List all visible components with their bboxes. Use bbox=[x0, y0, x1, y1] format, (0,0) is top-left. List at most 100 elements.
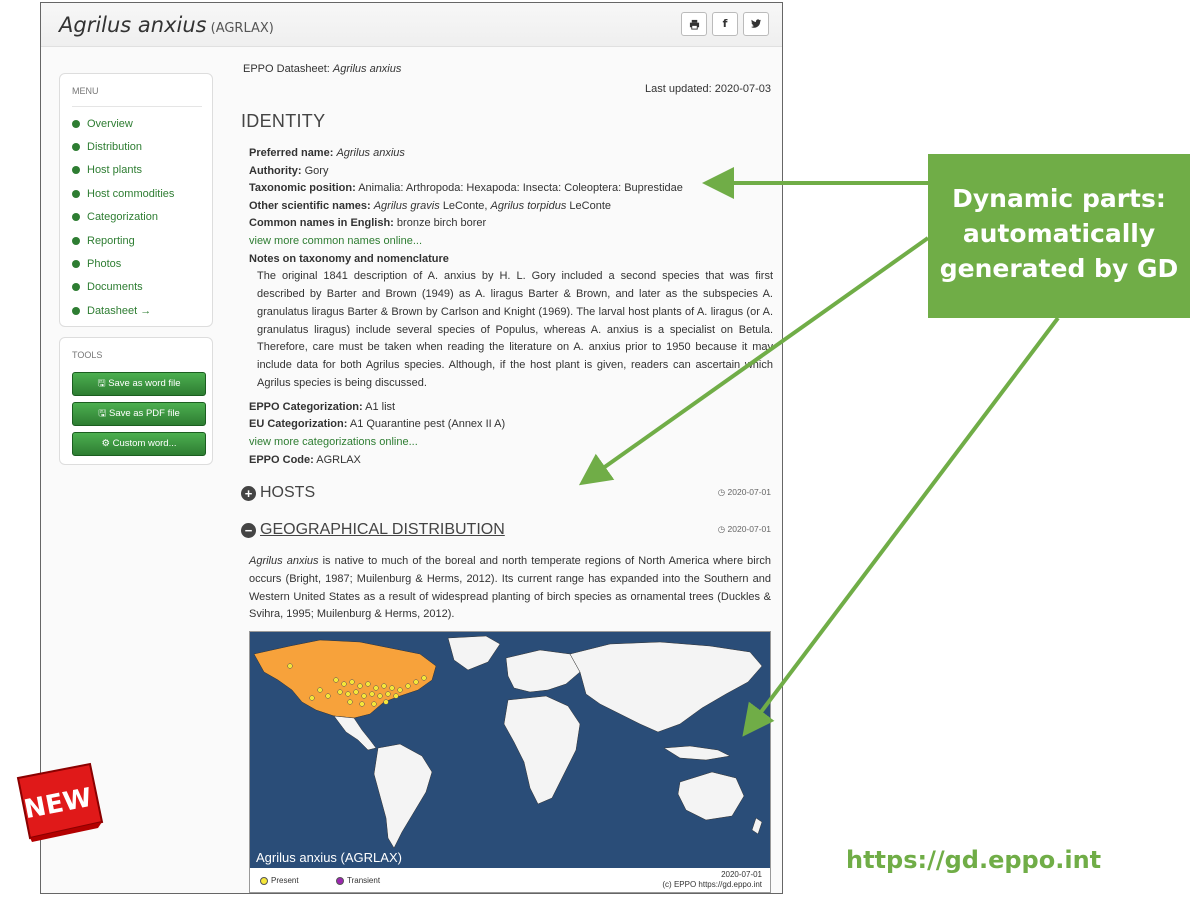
menu-item-reporting[interactable]: Reporting bbox=[72, 229, 174, 252]
circle-arrow-icon bbox=[72, 119, 80, 128]
present-dot bbox=[349, 679, 355, 685]
present-dot bbox=[359, 701, 365, 707]
eppo-code-row: EPPO Code: AGRLAX bbox=[249, 452, 773, 470]
twitter-share-button[interactable] bbox=[743, 12, 769, 36]
hosts-heading: HOSTS bbox=[260, 484, 316, 501]
present-dot bbox=[381, 683, 387, 689]
present-dot bbox=[385, 691, 391, 697]
button-label: Save as word file bbox=[108, 378, 181, 389]
legend-present-label: Present bbox=[271, 876, 299, 885]
field-value: Animalia: Arthropoda: Hexapoda: Insecta:… bbox=[358, 182, 683, 195]
save-word-button[interactable]: 🖫 Save as word file bbox=[72, 372, 206, 396]
circle-arrow-icon bbox=[72, 189, 80, 198]
arrow-to-map bbox=[742, 316, 1060, 737]
field-value: Agrilus torpidus bbox=[490, 199, 567, 212]
custom-word-button[interactable]: ⚙ Custom word... bbox=[72, 432, 206, 456]
transient-swatch bbox=[336, 876, 344, 885]
menu-list: Overview Distribution Host plants Host c… bbox=[72, 112, 174, 323]
field-value: Agrilus gravis bbox=[373, 199, 440, 212]
legend-transient-label: Transient bbox=[347, 876, 381, 885]
gd-url[interactable]: https://gd.eppo.int bbox=[846, 846, 1101, 874]
field-label: EPPO Categorization: bbox=[249, 400, 363, 413]
present-dot bbox=[357, 683, 363, 689]
menu-item-datasheet[interactable]: Datasheet → bbox=[72, 299, 174, 322]
present-dot bbox=[383, 699, 389, 705]
field-value: LeConte bbox=[569, 199, 612, 212]
facebook-icon: f bbox=[722, 17, 728, 30]
geo-date: ◷ 2020-07-01 bbox=[717, 524, 771, 534]
button-label: Custom word... bbox=[112, 438, 177, 449]
geo-section-toggle[interactable]: − GEOGRAPHICAL DISTRIBUTION bbox=[241, 521, 505, 539]
menu-item-host-plants[interactable]: Host plants bbox=[72, 159, 174, 182]
categorizations-link[interactable]: view more categorizations online... bbox=[249, 434, 773, 452]
present-dot bbox=[421, 675, 427, 681]
circle-arrow-icon bbox=[72, 166, 80, 175]
field-value: A1 Quarantine pest (Annex II A) bbox=[349, 418, 506, 431]
print-button[interactable] bbox=[681, 12, 707, 36]
map-caption: Agrilus anxius (AGRLAX) bbox=[256, 850, 402, 865]
circle-arrow-icon bbox=[72, 306, 80, 315]
present-dot bbox=[361, 693, 367, 699]
datasheet-label: EPPO Datasheet: Agrilus anxius bbox=[243, 63, 401, 75]
present-dot bbox=[309, 695, 315, 701]
datasheet-screenshot: Agrilus anxius (AGRLAX) f MENU Overview D… bbox=[40, 2, 783, 894]
field-label: Taxonomic position: bbox=[249, 182, 356, 195]
datasheet-label-prefix: EPPO Datasheet: bbox=[243, 63, 333, 75]
present-dot bbox=[393, 693, 399, 699]
field-value: Gory bbox=[304, 164, 329, 177]
geo-heading: GEOGRAPHICAL DISTRIBUTION bbox=[260, 521, 505, 538]
hosts-section-toggle[interactable]: + HOSTS bbox=[241, 484, 315, 502]
notes-heading: Notes on taxonomy and nomenclature bbox=[249, 252, 449, 265]
field-label: EPPO Code: bbox=[249, 453, 314, 466]
new-badge-icon: NEW bbox=[16, 762, 104, 842]
menu-item-label: Host plants bbox=[87, 164, 143, 177]
circle-arrow-icon bbox=[72, 236, 80, 245]
menu-item-label: Photos bbox=[87, 258, 122, 271]
menu-title: MENU bbox=[72, 86, 99, 96]
notes-text: The original 1841 description of A. anxi… bbox=[257, 270, 773, 389]
present-dot bbox=[373, 685, 379, 691]
slide: Agrilus anxius (AGRLAX) f MENU Overview D… bbox=[0, 0, 1200, 898]
field-value: A1 list bbox=[365, 400, 396, 413]
callout-line-1: Dynamic parts: bbox=[952, 184, 1166, 213]
geo-text: is native to much of the boreal and nort… bbox=[249, 555, 771, 621]
print-icon bbox=[689, 19, 699, 30]
present-dot bbox=[287, 663, 293, 669]
save-icon: 🖫 bbox=[97, 378, 109, 389]
eu-cat-row: EU Categorization: A1 Quarantine pest (A… bbox=[249, 416, 773, 434]
present-dot bbox=[341, 681, 347, 687]
species-title: Agrilus anxius bbox=[59, 13, 207, 37]
distribution-map[interactable]: Agrilus anxius (AGRLAX) Present Transien… bbox=[249, 631, 771, 893]
facebook-share-button[interactable]: f bbox=[712, 12, 738, 36]
sidebar-menu: MENU Overview Distribution Host plants H… bbox=[59, 73, 213, 327]
identity-section: Preferred name: Agrilus anxius Authority… bbox=[249, 145, 773, 469]
field-value: LeConte, bbox=[442, 199, 488, 212]
legend-present: Present bbox=[260, 876, 299, 885]
eppo-cat-row: EPPO Categorization: A1 list bbox=[249, 399, 773, 417]
world-map: Agrilus anxius (AGRLAX) bbox=[250, 632, 770, 868]
twitter-icon bbox=[750, 19, 761, 28]
field-label: Preferred name: bbox=[249, 147, 334, 159]
present-dot bbox=[369, 691, 375, 697]
menu-item-documents[interactable]: Documents bbox=[72, 276, 174, 299]
save-icon: 🖫 bbox=[98, 408, 109, 419]
authority-row: Authority: Gory bbox=[249, 163, 773, 181]
map-legend: Present Transient 2020-07-01 (c) EPPO ht… bbox=[250, 868, 770, 892]
geo-species: Agrilus anxius bbox=[249, 555, 319, 567]
menu-item-overview[interactable]: Overview bbox=[72, 112, 174, 135]
species-code: (AGRLAX) bbox=[210, 21, 274, 36]
save-pdf-button[interactable]: 🖫 Save as PDF file bbox=[72, 402, 206, 426]
present-dot bbox=[397, 687, 403, 693]
map-date: 2020-07-01 bbox=[721, 870, 762, 879]
present-dot bbox=[347, 699, 353, 705]
datasheet-species: Agrilus anxius bbox=[332, 63, 402, 75]
menu-item-host-commodities[interactable]: Host commodities bbox=[72, 182, 174, 205]
menu-item-categorization[interactable]: Categorization bbox=[72, 206, 174, 229]
menu-item-distribution[interactable]: Distribution bbox=[72, 135, 174, 158]
menu-item-photos[interactable]: Photos bbox=[72, 252, 174, 275]
common-names-link[interactable]: view more common names online... bbox=[249, 233, 773, 251]
present-dot bbox=[325, 693, 331, 699]
button-label: Save as PDF file bbox=[108, 408, 180, 419]
menu-item-label: Distribution bbox=[87, 141, 143, 154]
present-dot bbox=[365, 681, 371, 687]
